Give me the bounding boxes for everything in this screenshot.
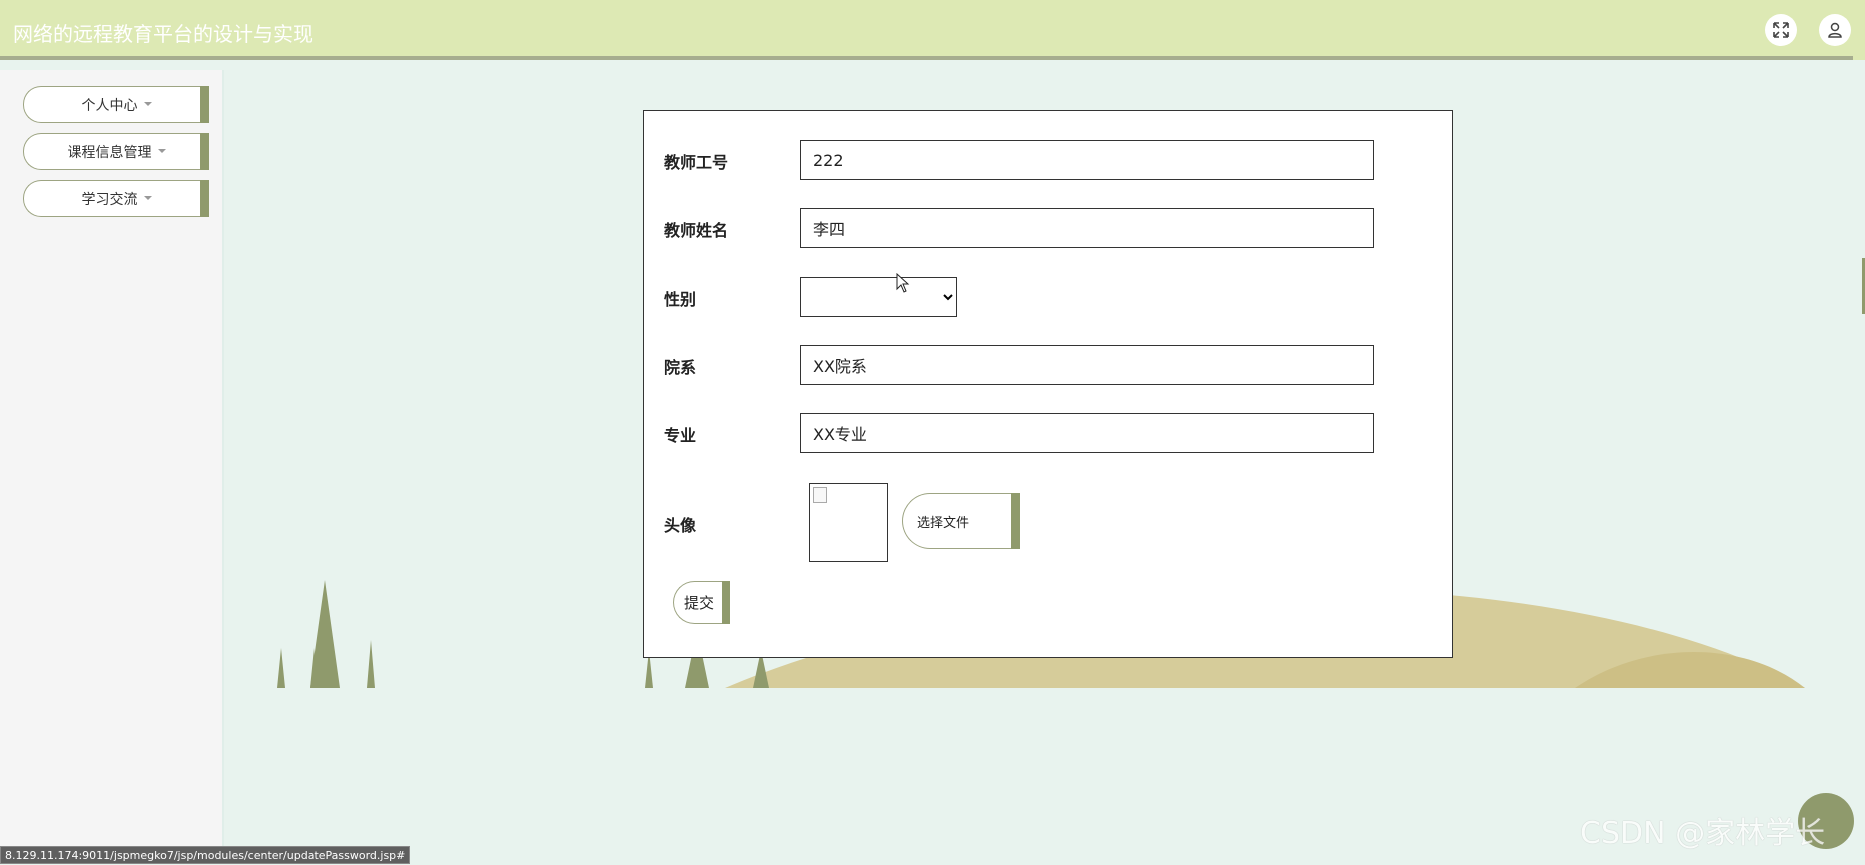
app-title: 网络的远程教育平台的设计与实现 [13,22,313,46]
submit-label: 提交 [684,594,715,612]
teacher-id-label: 教师工号 [664,153,729,172]
sidebar-item-label: 课程信息管理 [67,144,152,161]
choose-file-button[interactable]: 选择文件 [902,493,1020,549]
sidebar-item-label: 个人中心 [81,97,138,114]
avatar-label: 头像 [664,516,697,535]
caret-down-icon [143,195,152,200]
form-row-avatar: 头像 选择文件 [664,483,1424,563]
teacher-name-input[interactable] [800,208,1374,248]
mouse-cursor-icon [896,273,910,293]
tree [367,640,375,688]
department-input[interactable] [800,345,1374,385]
profile-form: 教师工号 教师姓名 性别 院系 专业 头像 选择文件 提交 [643,110,1453,658]
teacher-name-label: 教师姓名 [664,221,729,240]
sidebar-item-personal-center[interactable]: 个人中心 [23,86,209,123]
tree [310,580,340,688]
sidebar-item-study-exchange[interactable]: 学习交流 [23,180,209,217]
form-row-major: 专业 [664,413,1424,453]
department-label: 院系 [664,358,697,377]
major-label: 专业 [664,426,697,445]
sidebar-item-label: 学习交流 [81,191,138,208]
form-row-teacher-name: 教师姓名 [664,208,1424,248]
teacher-id-input[interactable] [800,140,1374,180]
expand-icon [1773,22,1789,38]
user-button[interactable] [1819,14,1851,46]
user-icon [1828,22,1842,38]
sand-hill-back [1575,652,1805,688]
submit-button[interactable]: 提交 [673,581,730,624]
tree [310,648,318,688]
caret-down-icon [143,101,152,106]
tree [277,648,285,688]
fullscreen-button[interactable] [1765,14,1797,46]
broken-image-icon [813,487,827,503]
watermark: CSDN @家林学长 [1580,816,1826,851]
status-url: 8.129.11.174:9011/jspmegko7/jsp/modules/… [0,846,411,864]
choose-file-label: 选择文件 [917,515,970,531]
top-bar: 网络的远程教育平台的设计与实现 [0,0,1865,60]
avatar-preview [809,483,888,562]
sidebar-item-course-management[interactable]: 课程信息管理 [23,133,209,170]
major-input[interactable] [800,413,1374,453]
gender-label: 性别 [664,290,697,309]
form-row-department: 院系 [664,345,1424,385]
form-row-gender: 性别 [664,277,1424,317]
form-row-teacher-id: 教师工号 [664,140,1424,180]
caret-down-icon [157,148,166,153]
gender-select[interactable] [800,277,957,317]
